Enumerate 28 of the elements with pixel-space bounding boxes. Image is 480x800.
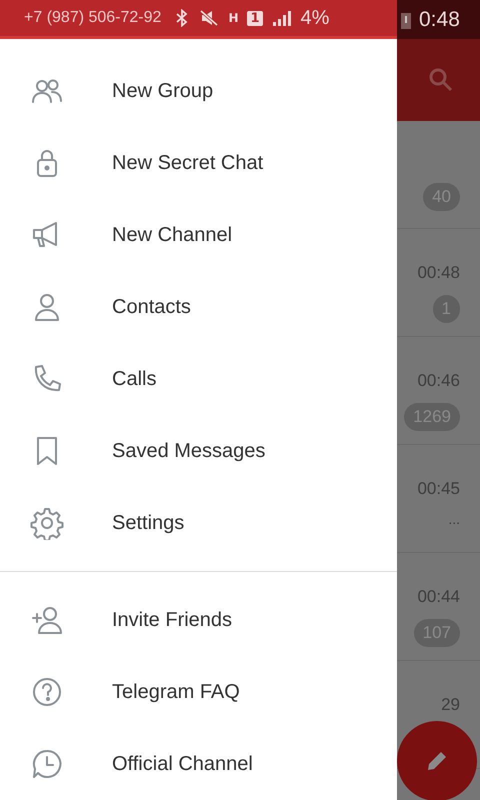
settings-icon (30, 506, 64, 540)
signal-icon (272, 9, 292, 27)
menu-item[interactable]: New Group (0, 55, 397, 127)
mute-icon (199, 9, 220, 27)
menu-item[interactable]: New Channel (0, 199, 397, 271)
search-icon[interactable] (428, 67, 454, 93)
battery-percent: 4% (300, 6, 330, 30)
chat-time: 29 (441, 695, 460, 715)
chat-time: 00:44 (417, 587, 460, 607)
menu-item[interactable]: Calls (0, 343, 397, 415)
menu-item[interactable]: Invite Friends (0, 584, 397, 656)
menu-item[interactable]: New Secret Chat (0, 127, 397, 199)
chat-time: 00:48 (417, 263, 460, 283)
menu-item[interactable]: Telegram FAQ (0, 656, 397, 728)
menu-item[interactable]: Contacts (0, 271, 397, 343)
menu-item[interactable]: Saved Messages (0, 415, 397, 487)
network-type: H (228, 11, 238, 25)
sim-card: 1 (247, 10, 263, 26)
phone-number: +7 (987) 506-72-92 (24, 9, 162, 27)
menu-item[interactable]: Official Channel (0, 728, 397, 800)
message-preview: ... (448, 511, 460, 527)
chat-time: 00:46 (417, 371, 460, 391)
menu-item[interactable]: Settings (0, 487, 397, 559)
clock: 0:48 (419, 8, 460, 32)
chat-time: 00:45 (417, 479, 460, 499)
help-icon (30, 675, 64, 709)
clock-icon (30, 747, 64, 781)
battery-icon (401, 10, 411, 28)
